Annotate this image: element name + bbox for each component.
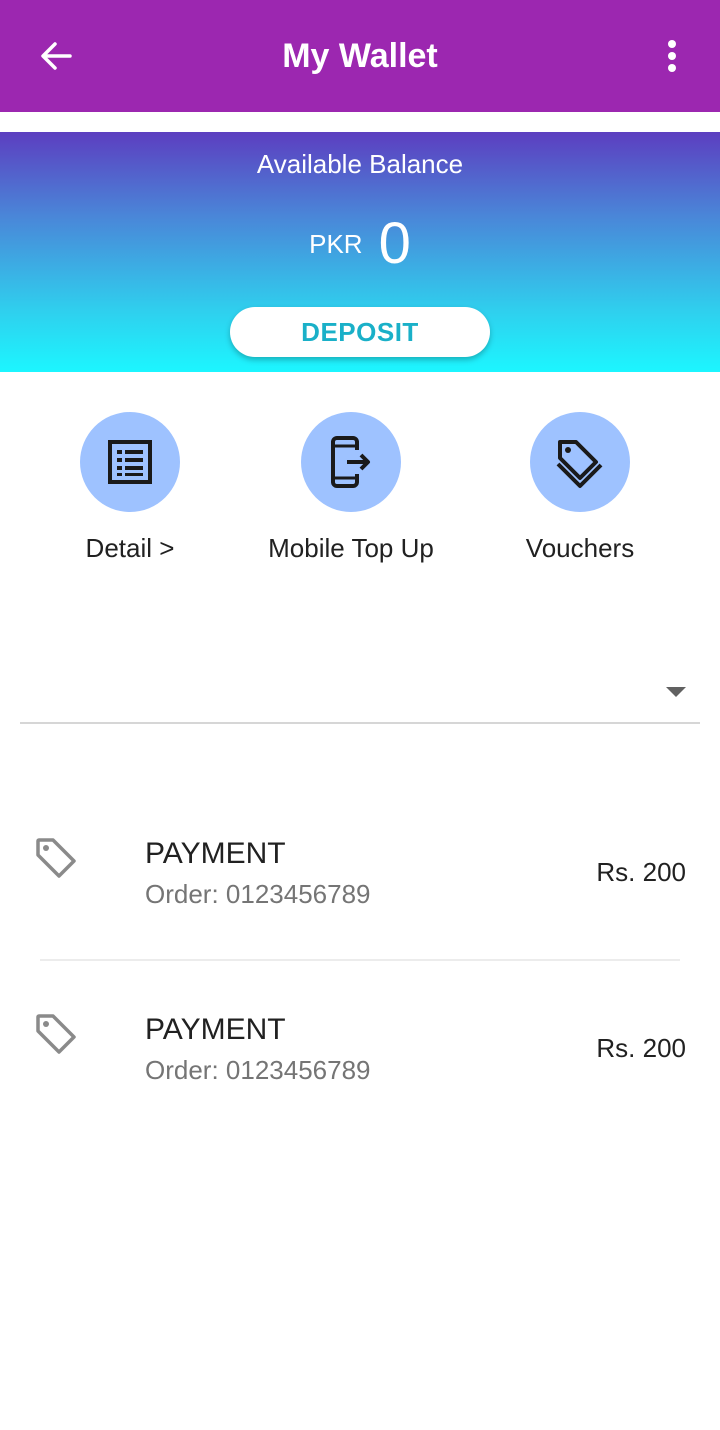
list-divider xyxy=(40,959,680,961)
transaction-row[interactable]: PAYMENT Order: 0123456789 Rs. 200 xyxy=(0,836,720,956)
balance-label: Available Balance xyxy=(256,149,464,179)
mobile-top-up-icon-circle[interactable] xyxy=(301,412,401,512)
more-options-button[interactable] xyxy=(640,24,704,88)
transaction-order: Order: 0123456789 xyxy=(145,879,371,909)
transaction-row[interactable]: PAYMENT Order: 0123456789 Rs. 200 xyxy=(0,1012,720,1132)
vouchers-icon-circle[interactable] xyxy=(530,412,630,512)
balance-amount: 0 xyxy=(378,211,411,276)
currency-label: PKR xyxy=(309,229,363,259)
tag-icon xyxy=(36,838,76,878)
balance-card: Available Balance PKR 0 DEPOSIT xyxy=(0,132,720,372)
list-document-icon xyxy=(108,440,152,484)
tag-icon xyxy=(36,1014,76,1054)
page-title: My Wallet xyxy=(282,37,438,75)
transaction-amount: Rs. 200 xyxy=(596,857,686,887)
more-vertical-icon xyxy=(668,40,676,72)
detail-icon-circle[interactable] xyxy=(80,412,180,512)
deposit-button[interactable]: DEPOSIT xyxy=(230,307,490,357)
detail-action[interactable]: Detail > xyxy=(20,412,240,564)
balance-amount-row: PKR 0 xyxy=(0,212,720,276)
tags-icon xyxy=(556,440,603,488)
transaction-title: PAYMENT xyxy=(145,837,286,870)
vouchers-action[interactable]: Vouchers xyxy=(470,412,690,564)
transaction-order: Order: 0123456789 xyxy=(145,1055,371,1085)
mobile-export-icon xyxy=(331,436,370,488)
transaction-amount: Rs. 200 xyxy=(596,1033,686,1063)
detail-label: Detail > xyxy=(85,533,175,563)
mobile-top-up-label: Mobile Top Up xyxy=(268,533,434,563)
mobile-top-up-action[interactable]: Mobile Top Up xyxy=(241,412,461,564)
caret-down-icon[interactable] xyxy=(666,687,686,697)
app-bar: My Wallet xyxy=(0,0,720,112)
filter-dropdown[interactable] xyxy=(20,650,700,724)
transaction-title: PAYMENT xyxy=(145,1013,286,1046)
vouchers-label: Vouchers xyxy=(525,533,635,563)
